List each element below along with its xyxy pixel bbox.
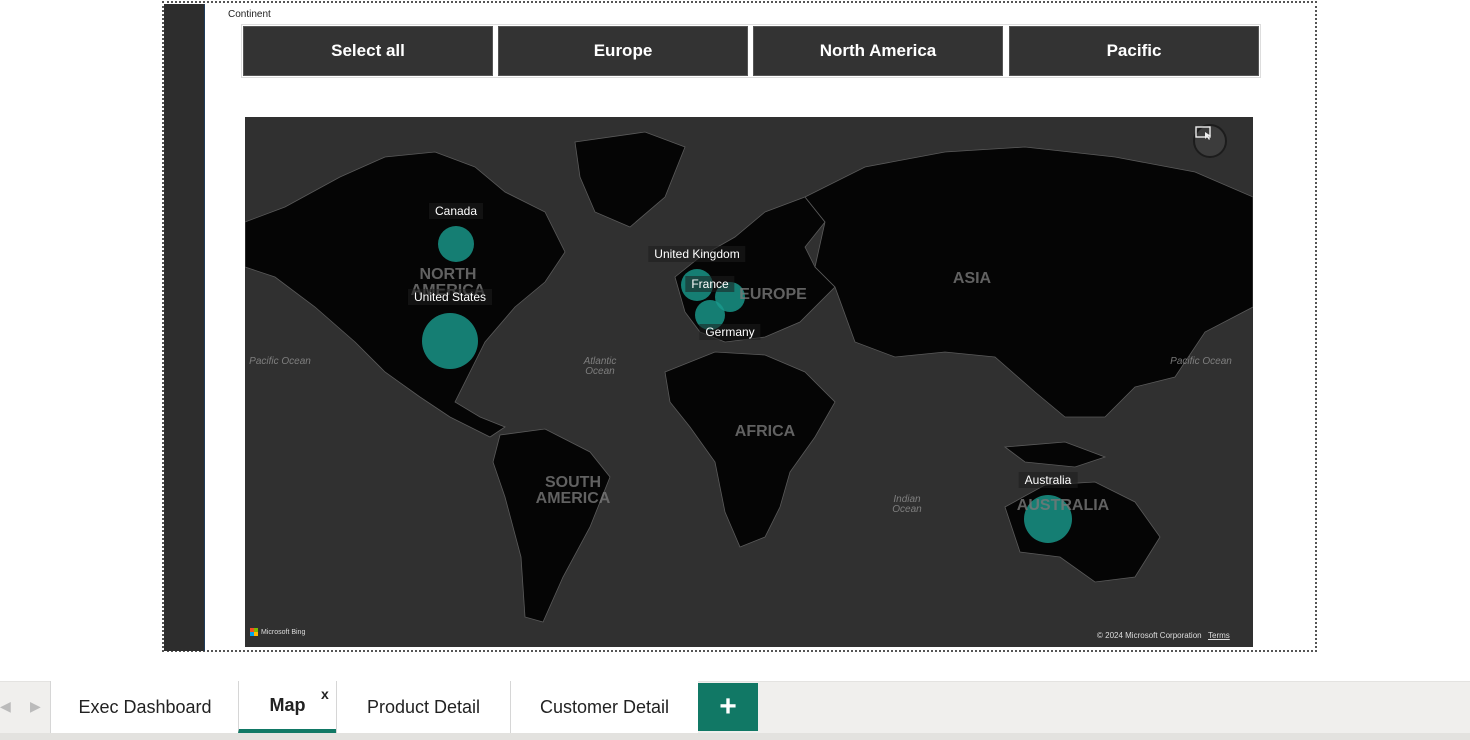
map-label-france: France bbox=[685, 276, 735, 292]
map-terms-link[interactable]: Terms bbox=[1208, 631, 1230, 640]
bubble-united-states bbox=[422, 313, 478, 369]
ocean-label-indian: Indian Ocean bbox=[892, 494, 922, 515]
bubble-canada bbox=[438, 226, 474, 262]
region-label-south-america: SOUTH AMERICA bbox=[535, 474, 611, 507]
region-label-africa: AFRICA bbox=[734, 423, 796, 440]
world-map-land bbox=[245, 131, 1253, 623]
map-copyright: © 2024 Microsoft Corporation bbox=[1097, 631, 1202, 640]
microsoft-bing-logo: Microsoft Bing bbox=[250, 628, 305, 636]
ocean-label-pacific-west: Pacific Ocean bbox=[249, 356, 311, 367]
region-label-asia: ASIA bbox=[952, 270, 992, 287]
focus-mode-icon bbox=[1195, 126, 1211, 140]
tab-scroll-left-icon[interactable]: ◀ bbox=[0, 698, 11, 715]
tab-scroll-right-icon[interactable]: ▶ bbox=[30, 698, 41, 715]
ocean-label-atlantic: Atlantic Ocean bbox=[583, 356, 617, 377]
tab-bar-bottom-strip bbox=[0, 733, 1470, 740]
map-label-germany: Germany bbox=[699, 324, 761, 340]
ocean-label-pacific-east: Pacific Ocean bbox=[1170, 356, 1232, 367]
slicer-select-all-button[interactable]: Select all bbox=[243, 26, 493, 76]
slicer-north-america-button[interactable]: North America bbox=[753, 26, 1003, 76]
bing-label: Microsoft Bing bbox=[261, 628, 306, 636]
tab-product-detail[interactable]: Product Detail bbox=[336, 681, 510, 733]
microsoft-logo-icon bbox=[250, 628, 258, 636]
region-label-australia: AUSTRALIA bbox=[1016, 497, 1110, 514]
map-label-australia: Australia bbox=[1018, 472, 1078, 488]
close-tab-icon[interactable]: x bbox=[321, 686, 329, 702]
map-label-united-kingdom: United Kingdom bbox=[648, 246, 746, 262]
left-panel bbox=[164, 4, 205, 651]
region-label-europe: EUROPE bbox=[739, 286, 807, 303]
add-page-button[interactable]: + bbox=[698, 683, 758, 731]
tab-exec-dashboard[interactable]: Exec Dashboard bbox=[50, 681, 239, 733]
tab-customer-detail[interactable]: Customer Detail bbox=[510, 681, 698, 733]
slicer-europe-button[interactable]: Europe bbox=[498, 26, 748, 76]
map-visual[interactable]: NORTH AMERICA SOUTH AMERICA EUROPE ASIA … bbox=[245, 117, 1253, 647]
slicer-title: Continent bbox=[228, 9, 271, 20]
focus-mode-button[interactable] bbox=[1193, 124, 1227, 158]
map-label-canada: Canada bbox=[428, 203, 484, 219]
slicer-pacific-button[interactable]: Pacific bbox=[1009, 26, 1259, 76]
map-label-united-states: United States bbox=[407, 289, 493, 305]
